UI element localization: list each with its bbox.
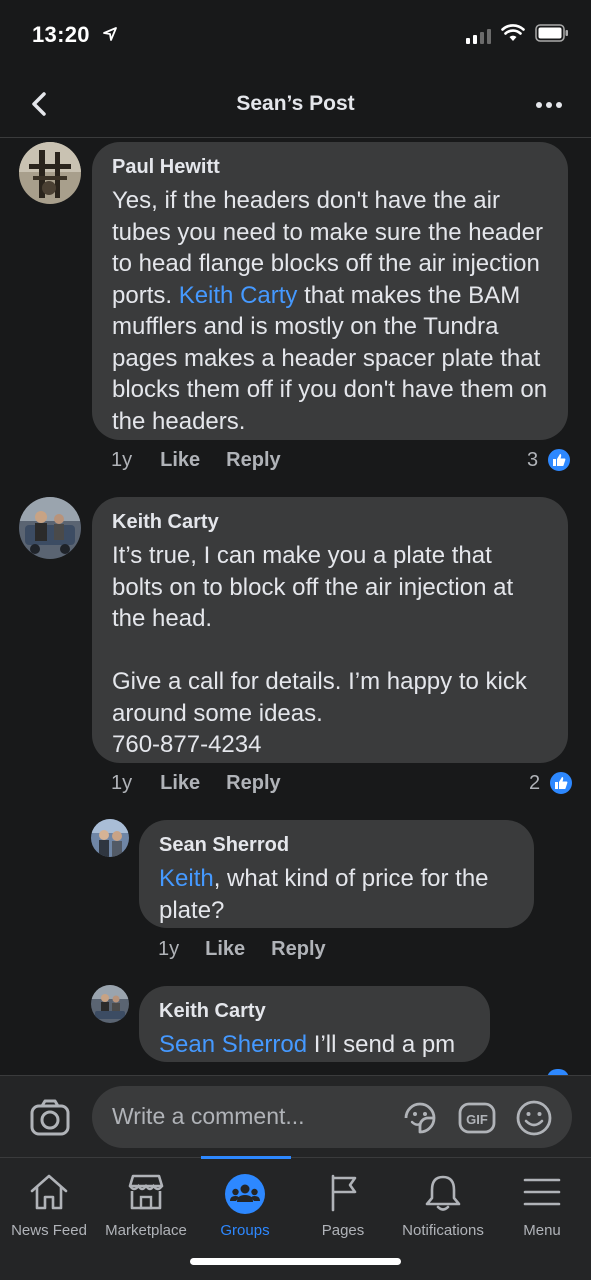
comment-composer: Write a comment... GIF <box>0 1075 591 1157</box>
comment-actions: 1y Like Reply <box>111 449 307 472</box>
camera-icon <box>30 1099 70 1136</box>
comment-input[interactable]: Write a comment... GIF <box>92 1086 572 1148</box>
comment-author[interactable]: Keith Carty <box>159 1000 470 1023</box>
location-arrow-icon <box>102 26 118 47</box>
camera-button[interactable] <box>28 1096 72 1140</box>
cellular-signal-icon <box>466 28 491 44</box>
thumbs-up-icon <box>548 770 575 796</box>
hamburger-icon <box>523 1178 561 1206</box>
reaction-summary[interactable]: 2 <box>529 770 575 796</box>
comment-text: It’s true, I can make you a plate that b… <box>112 542 527 758</box>
avatar-keith-carty[interactable] <box>19 497 81 559</box>
tab-menu[interactable]: Menu <box>493 1158 591 1258</box>
mention-link[interactable]: Keith Carty <box>179 282 298 309</box>
mention-link[interactable]: Sean Sherrod <box>159 1031 307 1058</box>
status-time: 13:20 <box>32 22 118 48</box>
comment-author[interactable]: Sean Sherrod <box>159 834 514 857</box>
groups-icon <box>225 1174 265 1214</box>
comment-bubble[interactable]: Keith Carty Sean Sherrod I’ll send a pm <box>139 986 490 1062</box>
gif-icon[interactable]: GIF <box>457 1098 497 1138</box>
bell-icon <box>425 1175 461 1211</box>
comment-bubble[interactable]: Sean Sherrod Keith, what kind of price f… <box>139 820 534 928</box>
thumbs-up-icon <box>546 447 573 473</box>
battery-icon <box>535 24 569 47</box>
home-icon <box>30 1174 68 1210</box>
tab-pages[interactable]: Pages <box>294 1158 392 1258</box>
avatar-keith-carty[interactable] <box>91 985 129 1023</box>
comment-age[interactable]: 1y <box>111 449 132 472</box>
comment-age[interactable]: 1y <box>111 772 132 795</box>
like-button[interactable]: Like <box>160 449 200 472</box>
comment-text: Sean Sherrod I’ll send a pm <box>159 1031 456 1058</box>
comment-author[interactable]: Paul Hewitt <box>112 156 548 179</box>
wifi-icon <box>501 24 525 47</box>
tab-marketplace[interactable]: Marketplace <box>97 1158 195 1258</box>
marketplace-icon <box>128 1174 164 1210</box>
status-indicators <box>466 24 569 47</box>
mention-link[interactable]: Keith <box>159 865 214 892</box>
tab-notifications[interactable]: Notifications <box>394 1158 492 1258</box>
emoji-icon[interactable] <box>514 1098 554 1138</box>
like-button[interactable]: Like <box>160 772 200 795</box>
sticker-icon[interactable] <box>400 1098 440 1138</box>
more-options-button[interactable] <box>529 94 569 116</box>
status-bar: 13:20 <box>0 0 591 72</box>
like-button[interactable]: Like <box>205 938 245 961</box>
home-indicator[interactable] <box>190 1258 401 1265</box>
comment-bubble[interactable]: Paul Hewitt Yes, if the headers don't ha… <box>92 142 568 440</box>
dot-icon <box>536 102 542 108</box>
flag-icon <box>331 1174 357 1212</box>
comment-age[interactable]: 1y <box>158 938 179 961</box>
clock: 13:20 <box>32 22 90 47</box>
avatar-paul-hewitt[interactable] <box>19 142 81 204</box>
comment-text: Yes, if the headers don't have the air t… <box>112 187 554 435</box>
comment-author[interactable]: Keith Carty <box>112 511 548 534</box>
svg-text:GIF: GIF <box>466 1112 488 1127</box>
tab-news-feed[interactable]: News Feed <box>0 1158 98 1258</box>
comment-actions: 1y Like Reply <box>158 938 352 961</box>
comments-list[interactable]: Paul Hewitt Yes, if the headers don't ha… <box>0 139 591 1075</box>
comment-placeholder: Write a comment... <box>112 1103 305 1129</box>
reaction-summary[interactable]: 3 <box>527 447 573 473</box>
comment-actions: 1y Like Reply <box>111 772 307 795</box>
post-header: Sean’s Post <box>0 72 591 138</box>
reply-button[interactable]: Reply <box>226 772 280 795</box>
reply-button[interactable]: Reply <box>226 449 280 472</box>
dot-icon <box>546 102 552 108</box>
tab-label: Menu <box>523 1222 561 1239</box>
page-title: Sean’s Post <box>236 92 355 115</box>
dot-icon <box>556 102 562 108</box>
reaction-count: 3 <box>527 448 539 471</box>
comment-text: Keith, what kind of price for the plate? <box>159 865 496 924</box>
reaction-count: 2 <box>529 771 541 794</box>
tab-groups[interactable]: Groups <box>196 1158 294 1258</box>
avatar-sean-sherrod[interactable] <box>91 819 129 857</box>
comment-bubble[interactable]: Keith Carty It’s true, I can make you a … <box>92 497 568 763</box>
reply-button[interactable]: Reply <box>271 938 325 961</box>
